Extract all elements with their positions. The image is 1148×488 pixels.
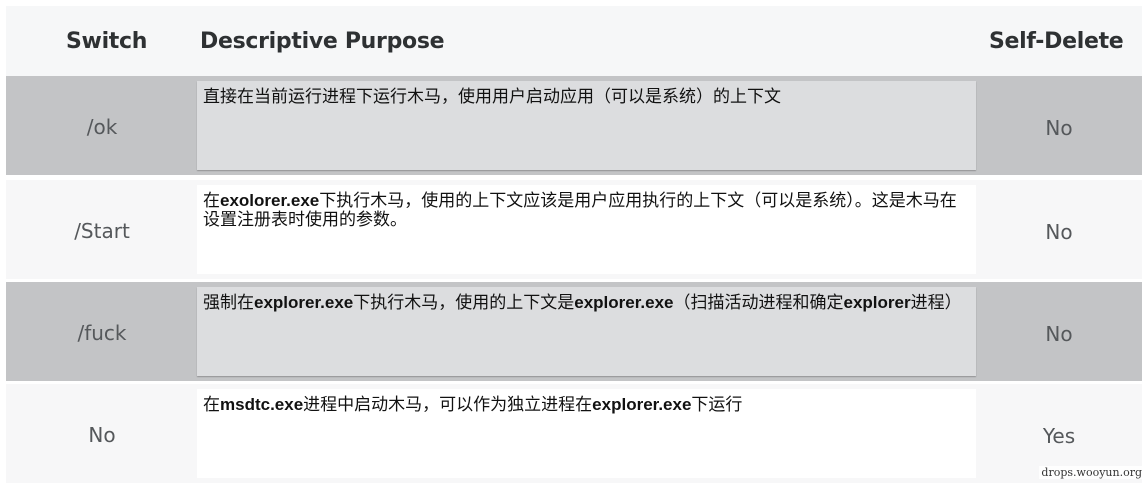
purpose-text: 在 [203,395,220,414]
table-row: /fuck 强制在explorer.exe下执行木马，使用的上下文是explor… [6,282,1142,381]
self-delete-cell: No [1045,116,1073,140]
purpose-text: （扫描活动进程和确定 [673,293,844,312]
switch-cell: /fuck [77,321,127,345]
switch-cell: /ok [86,115,118,139]
table-header: Switch Descriptive Purpose Self-Delete [6,6,1142,76]
header-self-delete: Self-Delete [989,29,1124,54]
purpose-text-bold: msdtc.exe [220,395,304,414]
purpose-cell: 强制在explorer.exe下执行木马，使用的上下文是explorer.exe… [197,287,976,376]
self-delete-cell: No [1045,220,1073,244]
purpose-text: 进程中启动木马，可以作为独立进程在 [303,395,593,414]
purpose-text-bold: exolorer.exe [220,191,320,210]
switch-cell: No [88,423,116,447]
purpose-cell: 在msdtc.exe进程中启动木马，可以作为独立进程在explorer.exe下… [197,389,976,478]
table-row: /ok 直接在当前运行进程下运行木马，使用用户启动应用（可以是系统）的上下文 N… [6,76,1142,175]
header-switch: Switch [66,29,148,54]
purpose-text: 进程） [910,293,962,312]
purpose-text-bold: explorer.exe [574,293,674,312]
purpose-text-bold: explorer [843,293,911,312]
self-delete-cell: No [1045,322,1073,346]
purpose-text: 下执行木马，使用的上下文是 [353,293,575,312]
purpose-cell: 在exolorer.exe下执行木马，使用的上下文应该是用户应用执行的上下文（可… [197,185,976,274]
header-purpose: Descriptive Purpose [200,29,445,54]
purpose-text: 在 [203,191,220,210]
table-row: No 在msdtc.exe进程中启动木马，可以作为独立进程在explorer.e… [6,384,1142,483]
site-watermark: drops.wooyun.org [1039,466,1144,479]
purpose-text: 直接在当前运行进程下运行木马，使用用户启动应用（可以是系统）的上下文 [203,87,781,106]
purpose-text: 强制在 [203,293,254,312]
purpose-text-bold: explorer.exe [592,395,692,414]
table-row: /Start 在exolorer.exe下执行木马，使用的上下文应该是用户应用执… [6,180,1142,279]
purpose-text: 下运行 [691,395,743,414]
purpose-cell: 直接在当前运行进程下运行木马，使用用户启动应用（可以是系统）的上下文 [197,81,976,170]
switch-table: Switch Descriptive Purpose Self-Delete /… [6,6,1142,484]
switch-cell: /Start [74,219,130,243]
purpose-text-bold: explorer.exe [254,293,354,312]
